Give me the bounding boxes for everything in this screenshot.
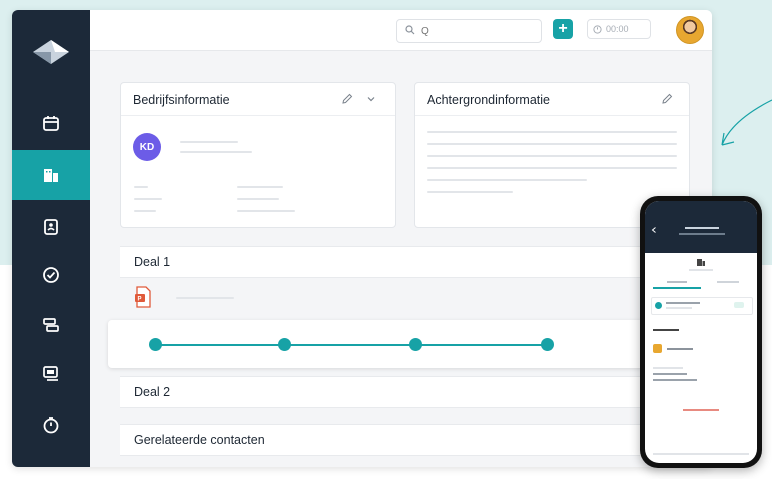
placeholder-line <box>667 348 693 350</box>
placeholder-line <box>237 210 295 212</box>
deal-1-label: Deal 1 <box>134 255 171 269</box>
placeholder-line <box>427 167 677 169</box>
mobile-deal-row[interactable] <box>651 297 753 315</box>
placeholder-line <box>427 143 677 145</box>
mobile-phone-mockup <box>640 196 762 468</box>
placeholder-line <box>667 281 687 283</box>
sidebar-item-contacts[interactable] <box>12 202 90 252</box>
timer-icon <box>43 417 59 434</box>
search-box[interactable] <box>396 19 542 43</box>
status-badge <box>734 302 744 308</box>
placeholder-line <box>134 186 148 188</box>
search-icon <box>405 25 415 35</box>
placeholder-line <box>689 269 713 271</box>
background-info-title: Achtergrondinformatie <box>427 93 550 107</box>
timeline-stage-dot[interactable] <box>541 338 554 351</box>
placeholder-line <box>683 409 719 411</box>
sidebar-item-companies[interactable] <box>12 150 90 200</box>
sidebar-item-deals[interactable] <box>12 300 90 350</box>
placeholder-line <box>180 151 252 153</box>
placeholder-line <box>653 379 697 381</box>
timeline-stage-dot[interactable] <box>409 338 422 351</box>
chevron-down-icon[interactable] <box>365 93 377 105</box>
sidebar-item-calendar[interactable] <box>12 98 90 148</box>
placeholder-line <box>427 131 677 133</box>
clock-icon <box>593 24 602 34</box>
svg-text:P: P <box>138 297 142 303</box>
placeholder-line <box>717 281 739 283</box>
contacts-icon <box>44 219 58 235</box>
mobile-header <box>645 201 757 253</box>
company-info-card: Bedrijfsinformatie <box>120 82 396 228</box>
placeholder-line <box>134 198 162 200</box>
placeholder-line <box>653 373 687 375</box>
deal-2-header[interactable]: Deal 2 <box>120 376 698 408</box>
decorative-swoosh-icon <box>721 99 772 146</box>
deal-stage-timeline <box>108 320 712 368</box>
placeholder-line <box>653 329 679 331</box>
timer-value: 00:00 <box>606 24 629 34</box>
sidebar <box>12 10 90 467</box>
back-arrow-icon[interactable] <box>651 227 657 233</box>
placeholder-line <box>237 198 279 200</box>
mobile-bottom-nav <box>653 453 749 455</box>
sidebar-item-tasks[interactable] <box>12 250 90 300</box>
company-info-title: Bedrijfsinformatie <box>133 93 230 107</box>
logo-icon <box>33 40 69 64</box>
placeholder-line <box>427 179 587 181</box>
app-window: + 00:00 Bedrijfsinformatie KD Achtergron… <box>12 10 712 467</box>
card-divider <box>121 115 395 116</box>
timeline-track <box>156 344 548 346</box>
placeholder-line <box>666 307 692 309</box>
calendar-icon <box>43 116 59 131</box>
placeholder-line <box>653 367 683 369</box>
sidebar-item-timer[interactable] <box>12 400 90 450</box>
edit-pencil-icon[interactable] <box>661 93 673 105</box>
deal-2-label: Deal 2 <box>134 385 171 399</box>
placeholder-line <box>237 186 283 188</box>
card-divider <box>415 115 689 116</box>
placeholder-line <box>134 210 156 212</box>
related-contacts-title: Gerelateerde contacten <box>134 433 265 447</box>
companies-icon <box>697 259 705 266</box>
presentation-file-icon[interactable]: P <box>134 286 152 308</box>
status-dot-icon <box>655 302 662 309</box>
top-bar: + 00:00 <box>90 10 712 51</box>
add-button[interactable]: + <box>553 19 573 39</box>
folder-icon <box>653 344 662 353</box>
mobile-screen <box>645 201 757 463</box>
placeholder-line <box>176 297 234 299</box>
placeholder-line <box>679 233 725 235</box>
placeholder-line <box>666 302 700 304</box>
mobile-active-tab-indicator <box>653 287 701 289</box>
placeholder-line <box>427 191 513 193</box>
deal-1-header[interactable]: Deal 1 <box>120 246 698 278</box>
timeline-stage-dot[interactable] <box>278 338 291 351</box>
deals-icon <box>43 318 59 332</box>
documents-icon <box>43 366 58 381</box>
companies-icon <box>44 169 58 182</box>
tasks-check-icon <box>43 267 59 283</box>
related-contacts-header[interactable]: Gerelateerde contacten <box>120 424 698 456</box>
sidebar-item-documents[interactable] <box>12 348 90 398</box>
user-avatar[interactable] <box>676 16 704 44</box>
placeholder-line <box>180 141 238 143</box>
edit-pencil-icon[interactable] <box>341 93 353 105</box>
placeholder-line <box>427 155 677 157</box>
company-initials-avatar: KD <box>133 133 161 161</box>
placeholder-line <box>685 227 719 229</box>
timeline-stage-dot[interactable] <box>149 338 162 351</box>
search-input[interactable] <box>419 22 533 40</box>
time-tracker[interactable]: 00:00 <box>587 19 651 39</box>
